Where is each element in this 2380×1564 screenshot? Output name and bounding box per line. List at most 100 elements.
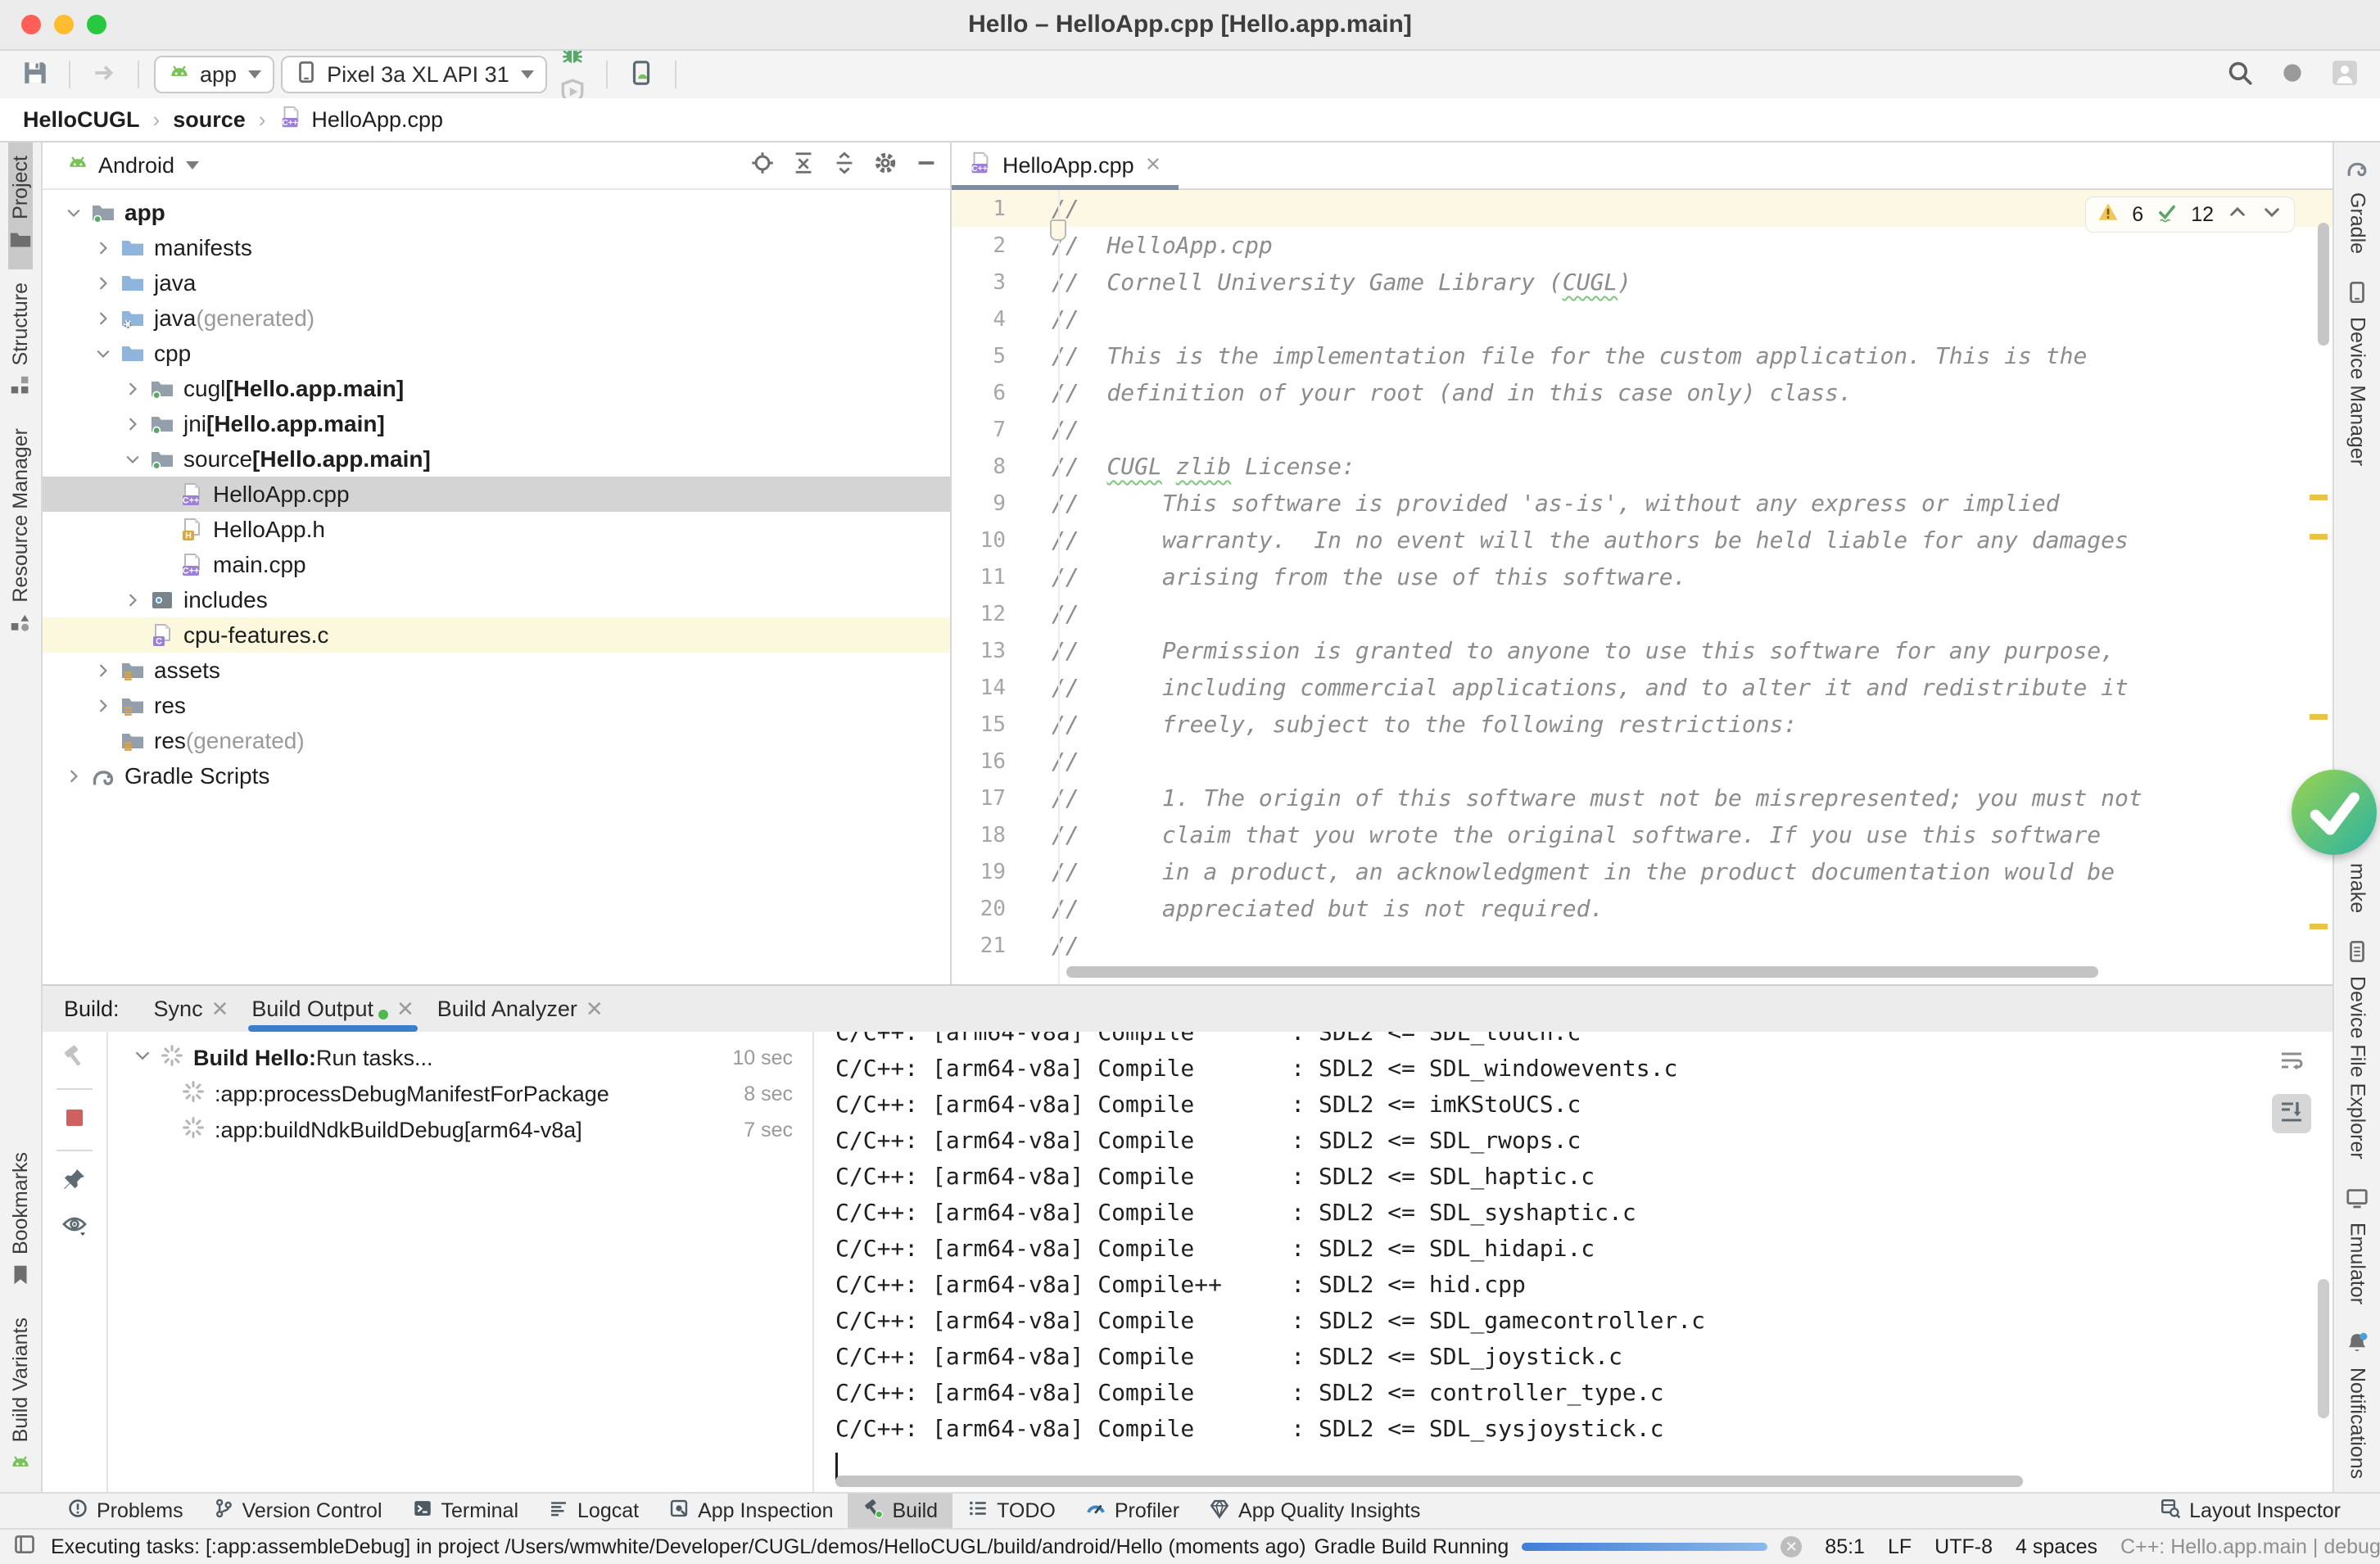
breadcrumb-item-helloapp-cpp[interactable]: C++HelloApp.cpp (278, 105, 443, 135)
locate-target-button[interactable] (750, 151, 775, 181)
tree-item-cpp[interactable]: cpp (43, 336, 950, 371)
run-configuration-selector[interactable]: app (154, 56, 274, 93)
tool-window-button-device-file-explorer[interactable]: Device File Explorer (2345, 926, 2369, 1173)
hide-panel-button[interactable] (914, 151, 939, 181)
line-number[interactable]: 5 (952, 344, 1030, 368)
chevron-right-icon[interactable] (88, 697, 118, 715)
collapse-all-button[interactable] (832, 151, 857, 181)
line-number[interactable]: 3 (952, 270, 1030, 295)
typo-check-icon[interactable] (2156, 201, 2178, 228)
chevron-down-icon[interactable] (118, 450, 147, 468)
tree-item-manifests[interactable]: manifests (43, 230, 950, 265)
search-button[interactable] (2221, 56, 2259, 93)
line-number[interactable]: 14 (952, 676, 1030, 700)
tool-window-button-terminal[interactable]: Terminal (397, 1494, 533, 1528)
tool-window-button-make[interactable]: make (2314, 757, 2380, 926)
pin-button[interactable] (61, 1166, 88, 1196)
chevron-right-icon[interactable] (118, 380, 147, 398)
tool-window-switcher-icon[interactable] (13, 1533, 36, 1562)
tree-item-java[interactable]: java (43, 265, 950, 301)
settings-button[interactable] (2274, 56, 2311, 93)
console-horizontal-scrollbar[interactable] (835, 1476, 2023, 1487)
build-task-row[interactable]: Build Hello: Run tasks...10 sec (108, 1040, 812, 1076)
tool-window-button-gradle[interactable]: Gradle (2345, 142, 2369, 267)
next-problem-chevron-down-icon[interactable] (2261, 201, 2283, 228)
chevron-right-icon[interactable] (118, 415, 147, 433)
tree-item-jni[interactable]: jni [Hello.app.main] (43, 406, 950, 441)
line-number[interactable]: 17 (952, 786, 1030, 811)
line-number[interactable]: 6 (952, 381, 1030, 405)
build-task-row[interactable]: :app:processDebugManifestForPackage8 sec (108, 1076, 812, 1112)
tool-window-button-version-control[interactable]: Version Control (198, 1494, 397, 1528)
tree-item-cpu-features.c[interactable]: Ccpu-features.c (43, 617, 950, 653)
chevron-right-icon[interactable] (59, 767, 88, 785)
tree-item-helloapp.h[interactable]: HHelloApp.h (43, 512, 950, 547)
tool-window-button-layout-inspector[interactable]: Layout Inspector (2145, 1494, 2355, 1528)
line-number[interactable]: 12 (952, 602, 1030, 626)
build-tab-sync[interactable]: Sync✕ (143, 986, 241, 1032)
editor-horizontal-scrollbar[interactable] (1066, 966, 2098, 978)
close-icon[interactable]: ✕ (396, 997, 414, 1022)
tool-window-button-notifications[interactable]: Notifications (2345, 1318, 2369, 1492)
chevron-right-icon[interactable] (88, 310, 118, 328)
caret-position-widget[interactable]: 85:1 (1825, 1535, 1865, 1559)
tool-window-button-project[interactable]: Project (8, 142, 33, 269)
hammer-gray-button[interactable] (61, 1043, 88, 1074)
chevron-down-icon[interactable] (59, 204, 88, 222)
line-number[interactable]: 18 (952, 823, 1030, 848)
tool-window-button-app-inspection[interactable]: App Inspection (654, 1494, 848, 1528)
console-vertical-scrollbar[interactable] (2318, 1279, 2329, 1418)
line-number[interactable]: 11 (952, 565, 1030, 590)
line-number[interactable]: 21 (952, 933, 1030, 958)
device-manager-button[interactable] (622, 56, 660, 93)
prev-problem-chevron-up-icon[interactable] (2227, 201, 2248, 228)
tree-item-app[interactable]: app (43, 195, 950, 230)
expand-all-button[interactable] (791, 151, 816, 181)
tool-window-button-app-quality-insights[interactable]: App Quality Insights (1194, 1494, 1435, 1528)
tool-window-button-build[interactable]: Build (848, 1494, 952, 1528)
editor-content[interactable]: 1//2// HelloApp.cpp3// Cornell Universit… (952, 190, 2332, 984)
save-button[interactable] (16, 56, 54, 93)
soft-wrap-button[interactable] (2272, 1043, 2311, 1083)
breadcrumb-item-source[interactable]: source (173, 107, 246, 133)
tree-item-res[interactable]: res (43, 688, 950, 723)
tree-item-includes[interactable]: includes (43, 582, 950, 617)
tree-item-main.cpp[interactable]: C++main.cpp (43, 547, 950, 582)
settings-gear-button[interactable] (873, 151, 898, 181)
tool-window-button-todo[interactable]: TODO (952, 1494, 1070, 1528)
tool-window-button-bookmarks[interactable]: Bookmarks (8, 1139, 33, 1304)
warning-triangle-icon[interactable] (2097, 201, 2119, 228)
line-number[interactable]: 4 (952, 307, 1030, 332)
tool-window-button-profiler[interactable]: Profiler (1070, 1494, 1194, 1528)
editor-vertical-scrollbar[interactable] (2318, 223, 2329, 346)
encoding-widget[interactable]: UTF-8 (1934, 1535, 1993, 1559)
warning-stripe-mark[interactable] (2310, 714, 2328, 720)
chevron-right-icon[interactable] (88, 239, 118, 257)
build-tab-build-output[interactable]: Build Output✕ (240, 986, 425, 1032)
line-number[interactable]: 10 (952, 528, 1030, 553)
tree-item-cugl[interactable]: cugl [Hello.app.main] (43, 371, 950, 406)
editor-tab-helloapp-cpp[interactable]: C++ HelloApp.cpp (952, 142, 1179, 188)
line-ending-widget[interactable]: LF (1888, 1535, 1912, 1559)
build-tab-build-analyzer[interactable]: Build Analyzer✕ (426, 986, 615, 1032)
line-number[interactable]: 1 (952, 197, 1030, 221)
line-number[interactable]: 20 (952, 897, 1030, 921)
tool-window-button-resource-manager[interactable]: Resource Manager (8, 415, 33, 653)
close-icon[interactable]: ✕ (211, 997, 229, 1022)
line-number[interactable]: 19 (952, 860, 1030, 884)
line-number[interactable]: 2 (952, 233, 1030, 258)
breadcrumb-item-hellocugl[interactable]: HelloCUGL (23, 107, 140, 133)
tree-item-gradle-scripts[interactable]: Gradle Scripts (43, 758, 950, 793)
tool-window-button-structure[interactable]: Structure (8, 269, 33, 415)
tree-item-assets[interactable]: assets (43, 653, 950, 688)
device-selector[interactable]: Pixel 3a XL API 31 (281, 56, 547, 93)
project-view-selector[interactable]: Android (98, 153, 174, 179)
build-task-row[interactable]: :app:buildNdkBuildDebug[arm64-v8a]7 sec (108, 1112, 812, 1148)
chevron-down-icon[interactable] (133, 1046, 152, 1071)
chevron-right-icon[interactable] (118, 591, 147, 609)
build-console[interactable]: C/C++: [arm64-v8a] Compile : SDL2 <= SDL… (812, 1032, 2332, 1492)
close-icon[interactable] (1144, 153, 1162, 179)
tree-item-java[interactable]: java (generated) (43, 301, 950, 336)
line-number[interactable]: 16 (952, 749, 1030, 774)
indent-widget[interactable]: 4 spaces (2016, 1535, 2097, 1559)
